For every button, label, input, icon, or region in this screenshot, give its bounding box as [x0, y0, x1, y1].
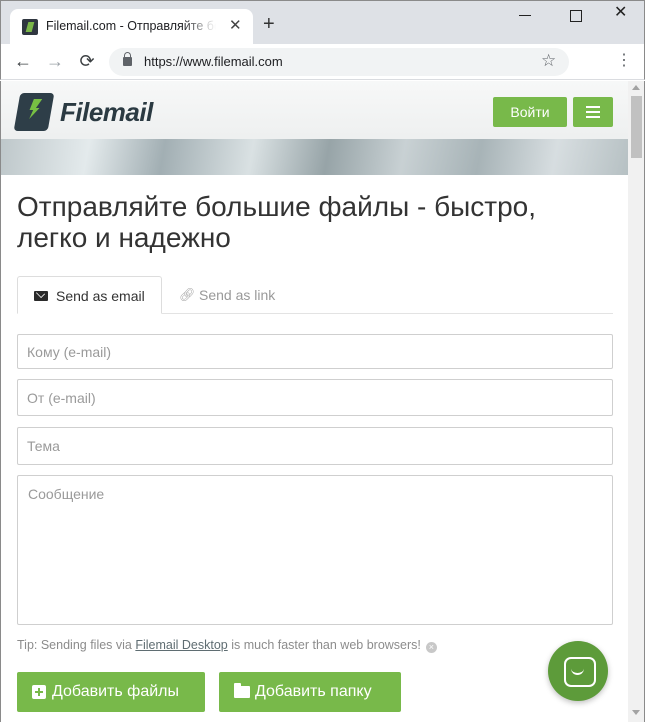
tip-suffix: is much faster than web browsers! [227, 638, 421, 652]
message-field[interactable] [17, 475, 613, 625]
tab-send-as-link[interactable]: 🔗︎ Send as link [177, 276, 307, 314]
tab-label: Send as email [56, 288, 145, 304]
logo-text[interactable]: Filemail [60, 97, 153, 128]
tab-label: Send as link [199, 287, 276, 303]
back-arrow-icon[interactable]: ← [12, 50, 34, 72]
address-bar[interactable]: https://www.filemail.com ☆ [109, 48, 569, 76]
add-folder-label: Добавить папку [255, 683, 372, 700]
add-files-label: Добавить файлы [52, 683, 179, 700]
chat-widget-button[interactable] [548, 641, 608, 701]
browser-tab[interactable]: Filemail.com - Отправляйте большие файлы… [10, 9, 253, 45]
minimize-icon[interactable] [519, 7, 533, 21]
window-close-icon[interactable]: ✕ [614, 5, 628, 21]
forward-arrow-icon[interactable]: → [44, 50, 66, 72]
link-icon: 🔗︎ [179, 287, 196, 302]
scroll-thumb[interactable] [631, 96, 642, 158]
hero-image [1, 139, 628, 175]
tab-close-icon[interactable]: ✕ [229, 18, 242, 34]
plus-square-icon [32, 685, 46, 699]
tip-prefix: Tip: Sending files via [17, 638, 136, 652]
filemail-logo-icon[interactable] [13, 93, 55, 131]
hamburger-line [586, 116, 600, 118]
filemail-favicon-icon [22, 19, 38, 35]
page-headline: Отправляйте большие файлы - быстро, легк… [17, 191, 537, 253]
browser-menu-icon[interactable]: ⋮ [616, 50, 632, 72]
send-mode-tabs: Send as email 🔗︎ Send as link [17, 276, 613, 314]
site-header: Filemail Войти [1, 81, 628, 175]
scroll-down-arrow-icon[interactable] [632, 710, 640, 715]
new-tab-icon[interactable]: + [263, 14, 275, 34]
hamburger-menu-button[interactable] [573, 97, 613, 127]
scroll-up-arrow-icon[interactable] [632, 85, 640, 90]
tip-close-icon[interactable]: × [425, 642, 437, 653]
add-folder-button[interactable]: Добавить папку [219, 672, 401, 712]
add-files-button[interactable]: Добавить файлы [17, 672, 205, 712]
envelope-icon [34, 291, 48, 301]
browser-toolbar: ← → ⟳ https://www.filemail.com ☆ ⋮ [0, 44, 645, 80]
url-text[interactable]: https://www.filemail.com [144, 54, 283, 69]
lock-icon[interactable] [123, 52, 132, 66]
tip-text: Tip: Sending files via Filemail Desktop … [17, 638, 437, 653]
login-button[interactable]: Войти [493, 97, 567, 127]
filemail-desktop-link[interactable]: Filemail Desktop [135, 638, 227, 652]
to-email-field[interactable] [17, 334, 613, 369]
folder-icon [234, 683, 250, 698]
browser-titlebar: Filemail.com - Отправляйте большие файлы… [0, 0, 645, 45]
maximize-icon[interactable] [570, 7, 584, 22]
tab-send-as-email[interactable]: Send as email [17, 276, 162, 314]
page-viewport: Filemail Войти Отправляйте большие файлы… [0, 81, 645, 722]
subject-field[interactable] [17, 427, 613, 465]
page-scrollbar[interactable] [628, 81, 644, 722]
tab-title: Filemail.com - Отправляйте большие файлы [46, 19, 216, 33]
from-email-field[interactable] [17, 379, 613, 416]
reload-icon[interactable]: ⟳ [76, 50, 98, 72]
hamburger-line [586, 111, 600, 113]
hamburger-line [586, 106, 600, 108]
bookmark-star-icon[interactable]: ☆ [541, 51, 556, 71]
